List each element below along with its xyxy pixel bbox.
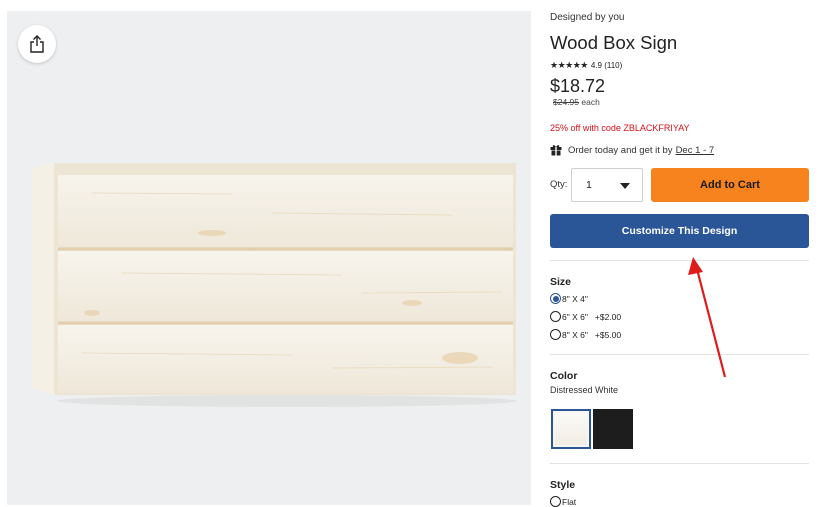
radio-button[interactable] (550, 293, 561, 304)
promo-text: 25% off with code ZBLACKFRIYAY (550, 123, 690, 133)
delivery-text: Order today and get it by (568, 144, 673, 156)
size-option-label: 6" X 6" (562, 311, 588, 322)
divider (550, 260, 809, 261)
share-button[interactable] (18, 25, 56, 63)
qty-value: 1 (586, 179, 592, 191)
add-to-cart-button[interactable]: Add to Cart (651, 168, 809, 202)
selected-color-name: Distressed White (550, 385, 619, 395)
star-icon: ★★★★★ (550, 60, 588, 70)
rating-value: 4.9 (590, 61, 602, 70)
color-swatch-black[interactable] (593, 409, 633, 449)
wood-box-sign-image (32, 163, 517, 407)
delivery-date-link[interactable]: Dec 1 - 7 (676, 145, 715, 156)
divider (550, 354, 809, 355)
style-title: Style (550, 479, 576, 491)
size-option-label: 8" X 6" (562, 329, 588, 340)
rating[interactable]: ★★★★★ 4.9 (110) (550, 60, 622, 71)
size-option-extra: +$2.00 (594, 311, 622, 322)
color-title: Color (550, 370, 578, 382)
product-title: Wood Box Sign (550, 32, 678, 53)
quantity-select[interactable]: 1 (571, 168, 643, 202)
red-arrow-annotation (688, 257, 727, 378)
divider (550, 463, 809, 464)
product-image-pane (7, 11, 531, 505)
size-option-6x6[interactable]: 6" X 6" +$2.00 (550, 311, 621, 322)
delivery-info: Order today and get it by Dec 1 - 7 (550, 144, 714, 156)
color-swatch-distressed-white[interactable] (551, 409, 591, 449)
price-unit: each (581, 97, 600, 107)
price: $18.72 (550, 76, 606, 96)
original-price: $24.95 each (553, 97, 600, 107)
radio-button[interactable] (550, 311, 561, 322)
style-option-label: Flat (562, 496, 577, 507)
size-option-label: 8" X 4" (562, 293, 588, 304)
style-option-flat[interactable]: Flat (550, 496, 576, 507)
size-option-8x4[interactable]: 8" X 4" (550, 293, 588, 304)
customize-design-button[interactable]: Customize This Design (550, 214, 809, 248)
designer-label: Designed by you (550, 12, 625, 23)
original-price-value: $24.95 (553, 97, 579, 107)
share-icon (30, 35, 44, 53)
gift-icon (550, 144, 562, 156)
radio-button[interactable] (550, 329, 561, 340)
size-title: Size (550, 276, 572, 288)
rating-count: (110) (604, 61, 623, 70)
qty-label: Qty: (550, 179, 568, 190)
radio-button[interactable] (550, 496, 561, 507)
chevron-down-icon (620, 183, 630, 189)
size-option-extra: +$5.00 (594, 329, 622, 340)
size-option-8x6[interactable]: 8" X 6" +$5.00 (550, 329, 621, 340)
